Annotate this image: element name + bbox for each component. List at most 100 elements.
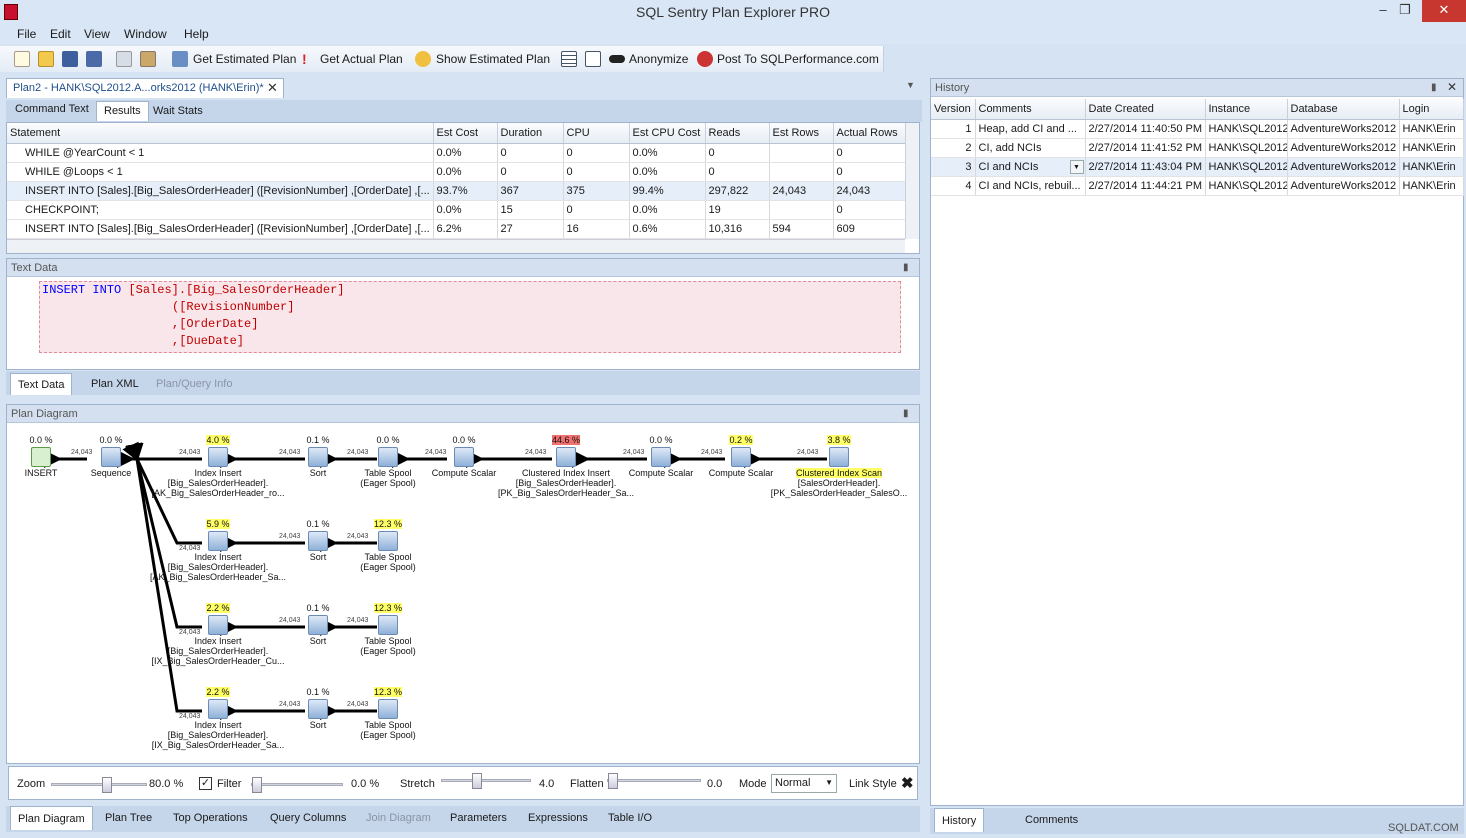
col-database[interactable]: Database	[1287, 99, 1400, 120]
col-version[interactable]: Version	[931, 99, 976, 120]
plan-node-table-spool[interactable]: 12.3 % Table Spool (Eager Spool)	[318, 603, 458, 656]
flatten-slider[interactable]	[607, 773, 701, 789]
close-icon[interactable]: ✖	[901, 774, 914, 792]
tab-wait-stats[interactable]: Wait Stats	[146, 102, 210, 122]
cell[interactable]: CI and NCIs ▼	[975, 157, 1086, 177]
cell[interactable]: CI, add NCIs	[975, 138, 1086, 158]
tab-command-text[interactable]: Command Text	[8, 100, 96, 120]
tab-plan-xml[interactable]: Plan XML	[84, 373, 146, 393]
layout-icon[interactable]	[585, 51, 601, 67]
col-statement[interactable]: Statement	[7, 123, 434, 144]
results-horizontal-scrollbar[interactable]	[7, 239, 905, 253]
col-actual-rows[interactable]: Actual Rows	[833, 123, 908, 144]
paste-icon[interactable]	[140, 51, 156, 67]
col-est-cost[interactable]: Est Cost	[433, 123, 498, 144]
flatten-slider-thumb[interactable]	[608, 773, 618, 789]
table-row[interactable]: WHILE @Loops < 1 0.0% 0 0 0.0% 0 0	[7, 162, 908, 182]
tab-expressions[interactable]: Expressions	[521, 808, 595, 828]
get-actual-plan-button[interactable]: Get Actual Plan	[320, 52, 403, 66]
cell: 375	[563, 181, 630, 201]
open-folder-icon[interactable]	[38, 51, 54, 67]
sql-editor[interactable]: INSERT INTO [Sales].[Big_SalesOrderHeade…	[39, 281, 901, 353]
tab-results[interactable]: Results	[96, 101, 149, 121]
pin-icon[interactable]: ▮	[903, 262, 909, 273]
col-est-rows[interactable]: Est Rows	[769, 123, 834, 144]
sql-table: [Sales].[Big_SalesOrderHeader]	[128, 283, 345, 297]
tab-comments[interactable]: Comments	[1018, 810, 1085, 830]
pin-icon[interactable]: ▮	[903, 408, 909, 419]
table-row-selected[interactable]: 3 CI and NCIs ▼ 2/27/2014 11:43:04 PM HANK\S…	[931, 157, 1464, 177]
tab-query-columns[interactable]: Query Columns	[263, 808, 353, 828]
tab-plan-tree[interactable]: Plan Tree	[98, 808, 159, 828]
table-row[interactable]: CHECKPOINT; 0.0% 15 0 0.0% 19 0	[7, 200, 908, 220]
col-cpu[interactable]: CPU	[563, 123, 630, 144]
table-row[interactable]: 4 CI and NCIs, rebuil... 2/27/2014 11:44:2…	[931, 176, 1464, 196]
tab-plan-diagram[interactable]: Plan Diagram	[10, 806, 93, 830]
tab-history[interactable]: History	[934, 808, 985, 832]
filter-checkbox[interactable]: ✓	[199, 777, 212, 790]
anonymize-button[interactable]: Anonymize	[629, 52, 688, 66]
table-row[interactable]: 1 Heap, add CI and ... 2/27/2014 11:40:50 …	[931, 119, 1464, 139]
col-reads[interactable]: Reads	[705, 123, 770, 144]
col-instance[interactable]: Instance	[1205, 99, 1288, 120]
table-row[interactable]: WHILE @YearCount < 1 0.0% 0 0 0.0% 0 0	[7, 143, 908, 163]
tab-top-operations[interactable]: Top Operations	[166, 808, 255, 828]
get-estimated-plan-button[interactable]: Get Estimated Plan	[193, 52, 296, 66]
cell: WHILE @Loops < 1	[7, 162, 434, 182]
show-estimated-plan-button[interactable]: Show Estimated Plan	[436, 52, 550, 66]
col-comments[interactable]: Comments	[975, 99, 1086, 120]
cell[interactable]: CI and NCIs, rebuil...	[975, 176, 1086, 196]
copy-icon[interactable]	[116, 51, 132, 67]
results-vertical-scrollbar[interactable]	[905, 123, 919, 239]
cell: 2/27/2014 11:43:04 PM	[1085, 157, 1206, 177]
cell[interactable]: Heap, add CI and ...	[975, 119, 1086, 139]
table-row[interactable]: 2 CI, add NCIs 2/27/2014 11:41:52 PM HANK\S…	[931, 138, 1464, 158]
mode-label: Mode	[739, 778, 767, 790]
table-row[interactable]: INSERT INTO [Sales].[Big_SalesOrderHeade…	[7, 219, 908, 239]
cell: 0.6%	[629, 219, 706, 239]
filter-slider-thumb[interactable]	[252, 777, 262, 793]
plan-node-table-spool[interactable]: 12.3 % Table Spool (Eager Spool)	[318, 519, 458, 572]
new-file-icon[interactable]	[14, 51, 30, 67]
node-label: Table Spool	[364, 636, 412, 646]
sql-line: ([RevisionNumber]	[172, 300, 295, 314]
restore-icon[interactable]: ❐	[1388, 0, 1422, 22]
close-icon[interactable]: ✕	[1447, 80, 1457, 94]
menu-edit[interactable]: Edit	[50, 27, 71, 41]
cell: 15	[497, 200, 564, 220]
menu-window[interactable]: Window	[124, 27, 167, 41]
tab-parameters[interactable]: Parameters	[443, 808, 514, 828]
stretch-slider[interactable]	[441, 773, 531, 789]
stretch-slider-thumb[interactable]	[472, 773, 482, 789]
menu-help[interactable]: Help	[184, 27, 209, 41]
tab-dropdown-icon[interactable]: ▼	[906, 80, 915, 90]
estimated-plan-icon[interactable]	[172, 51, 188, 67]
node-label: (Eager Spool)	[360, 730, 416, 740]
save-all-icon[interactable]	[86, 51, 102, 67]
grid-icon[interactable]	[561, 51, 577, 67]
tab-table-io[interactable]: Table I/O	[601, 808, 659, 828]
col-date-created[interactable]: Date Created	[1085, 99, 1206, 120]
cell: 367	[497, 181, 564, 201]
close-icon[interactable]: ✕	[1422, 0, 1466, 22]
menu-view[interactable]: View	[84, 27, 110, 41]
mode-select[interactable]: Normal ▼	[771, 774, 837, 793]
tab-text-data[interactable]: Text Data	[10, 373, 73, 395]
menu-file[interactable]: File	[17, 27, 36, 41]
zoom-slider-thumb[interactable]	[102, 777, 112, 793]
close-tab-icon[interactable]: ✕	[267, 80, 278, 96]
plan-node-clustered-index-scan[interactable]: 3.8 % Clustered Index Scan [SalesOrderHead…	[769, 435, 909, 498]
save-icon[interactable]	[62, 51, 78, 67]
col-est-cpu-cost[interactable]: Est CPU Cost	[629, 123, 706, 144]
pin-icon[interactable]: ▮	[1431, 82, 1437, 93]
col-login[interactable]: Login	[1399, 99, 1464, 120]
col-duration[interactable]: Duration	[497, 123, 564, 144]
document-tab[interactable]: Plan2 - HANK\SQL2012.A...orks2012 (HANK\…	[6, 78, 284, 98]
plan-node-table-spool[interactable]: 12.3 % Table Spool (Eager Spool)	[318, 687, 458, 740]
flatten-value: 0.0	[707, 778, 723, 790]
post-sqlperformance-button[interactable]: Post To SQLPerformance.com	[717, 52, 879, 66]
zoom-slider[interactable]	[51, 777, 147, 793]
chevron-down-icon[interactable]: ▼	[1069, 159, 1084, 174]
table-row-selected[interactable]: INSERT INTO [Sales].[Big_SalesOrderHeade…	[7, 181, 908, 201]
filter-slider[interactable]	[251, 777, 343, 793]
